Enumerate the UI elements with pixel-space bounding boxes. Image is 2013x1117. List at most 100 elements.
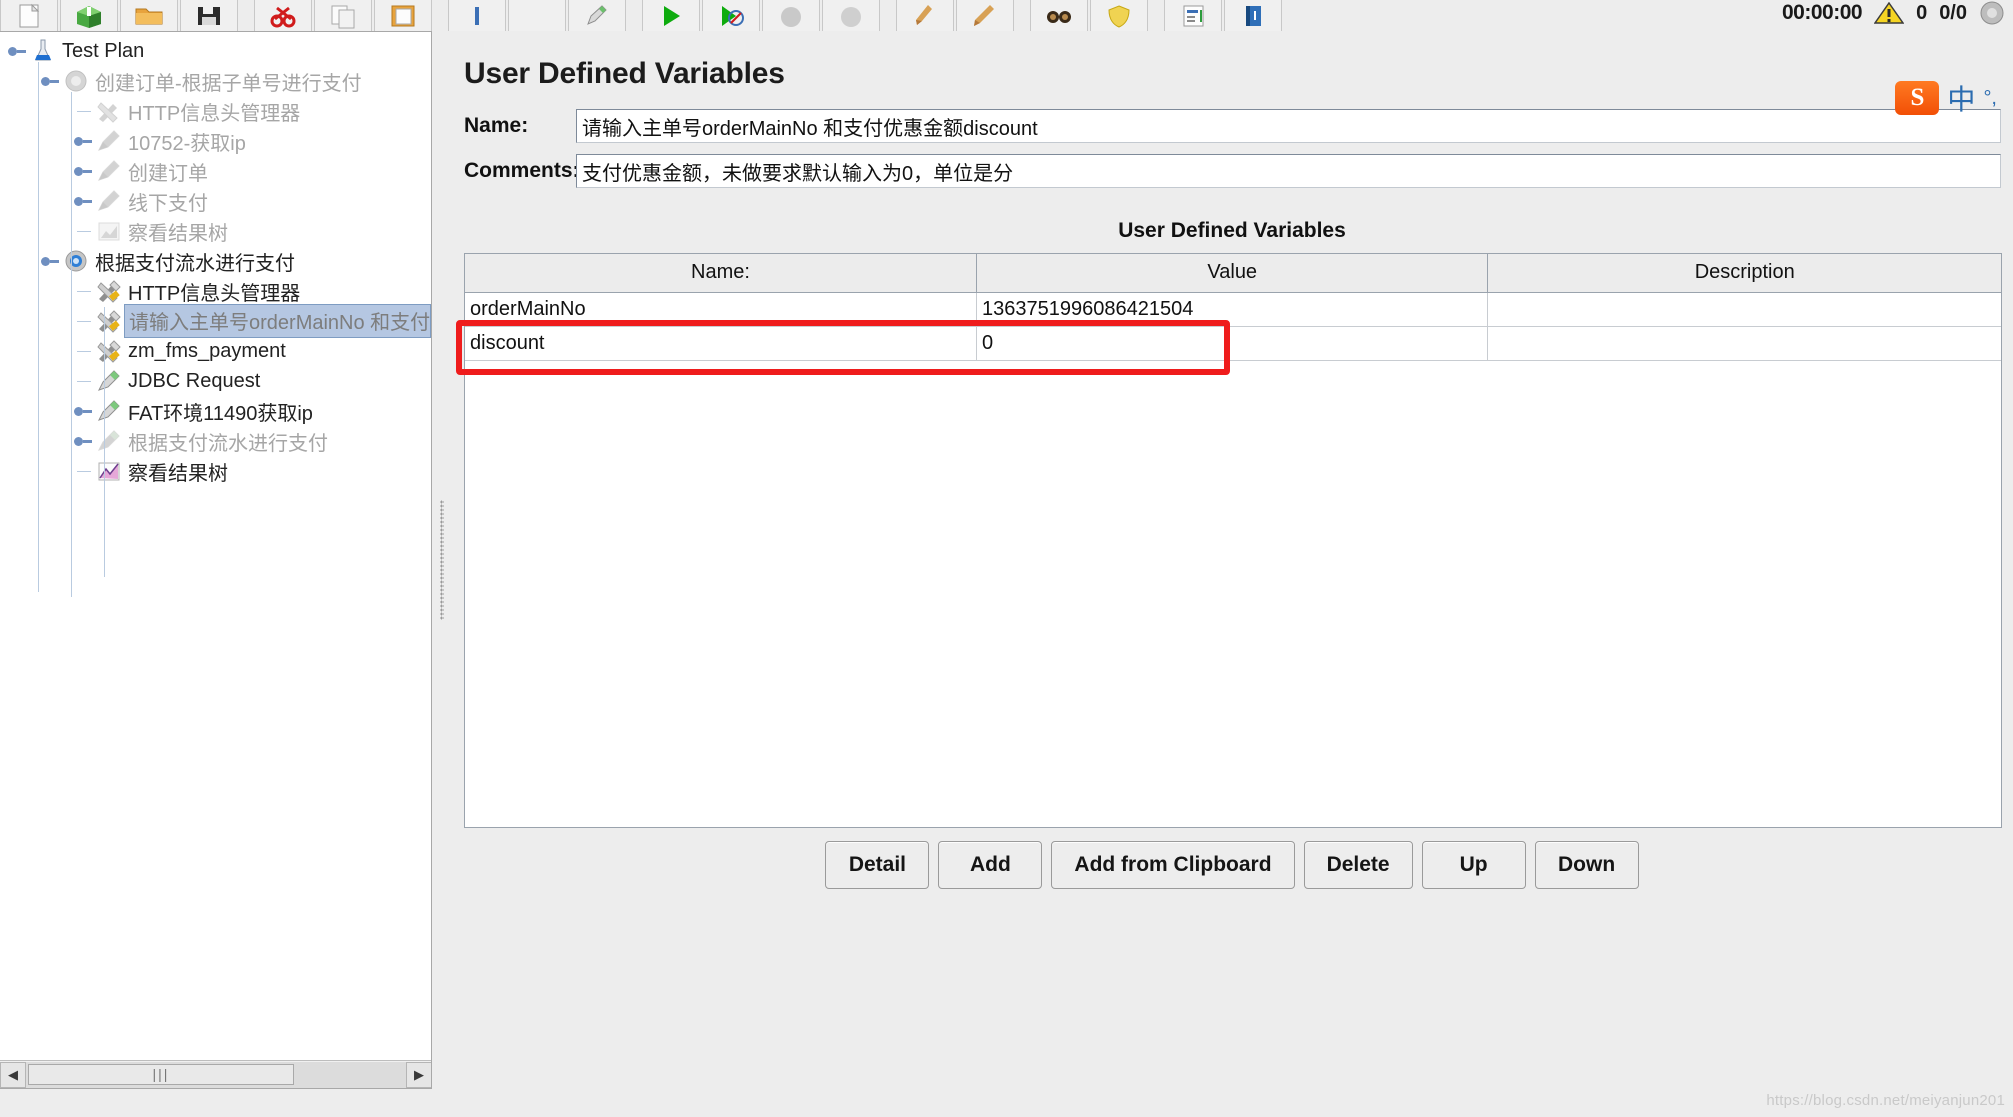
function-list-icon xyxy=(1183,5,1204,26)
stop-button[interactable] xyxy=(762,0,820,31)
green-box-icon xyxy=(77,5,101,28)
gray-gauge-icon xyxy=(1980,1,2004,25)
tree-node[interactable]: zm_fms_payment xyxy=(0,336,431,366)
cell-description[interactable] xyxy=(1487,292,2001,327)
cell-description[interactable] xyxy=(1487,326,2001,361)
cut-button[interactable] xyxy=(254,0,312,31)
tree-node-label: 线下支付 xyxy=(128,192,208,215)
up-button[interactable]: Up xyxy=(1421,841,1526,889)
new-test-plan-button[interactable] xyxy=(0,0,58,31)
column-header-description[interactable]: Description xyxy=(1487,254,2001,293)
down-button[interactable]: Down xyxy=(1534,841,1639,889)
tree-expand-handle[interactable] xyxy=(72,156,94,186)
name-field-row: Name: 请输入主单号orderMainNo 和支付优惠金额discount xyxy=(464,109,2001,143)
tree-expand-handle[interactable] xyxy=(72,126,94,156)
open-button[interactable] xyxy=(120,0,178,31)
name-input[interactable]: 请输入主单号orderMainNo 和支付优惠金额discount xyxy=(576,109,2001,143)
shutdown-button[interactable] xyxy=(822,0,880,31)
split-pane-divider[interactable] xyxy=(433,31,451,1089)
start-no-pauses-button[interactable] xyxy=(702,0,760,31)
start-button[interactable] xyxy=(642,0,700,31)
cell-value[interactable]: 1363751996086421504 xyxy=(976,292,1489,327)
tree-branch-line xyxy=(72,216,94,246)
column-header-value[interactable]: Value xyxy=(976,254,1489,293)
test-plan-tree-panel[interactable]: Test Plan 创建订单-根据子单号进行支付 HTTP信息头管理器 10752-获… xyxy=(0,31,432,1089)
scroll-left-arrow[interactable]: ◀ xyxy=(0,1061,26,1088)
thread-group-icon xyxy=(61,68,91,94)
user-defined-variables-table-wrap[interactable]: Name: Value Description orderMainNo 13637… xyxy=(464,253,2002,828)
cell-value[interactable]: 0 xyxy=(976,326,1489,361)
scroll-thumb[interactable]: ||| xyxy=(28,1063,294,1085)
tree-node[interactable]: 根据支付流水进行支付 xyxy=(0,246,431,276)
table-row[interactable]: orderMainNo 1363751996086421504 xyxy=(465,292,2001,327)
add-button[interactable]: Add xyxy=(938,841,1043,889)
tree-node[interactable]: 创建订单 xyxy=(0,156,431,186)
copy-button[interactable] xyxy=(314,0,372,31)
paste-button[interactable] xyxy=(374,0,432,31)
tree-node[interactable]: FAT环境11490获取ip xyxy=(0,396,431,426)
table-row[interactable]: discount 0 xyxy=(465,326,2001,361)
tree-node[interactable]: 创建订单-根据子单号进行支付 xyxy=(0,66,431,96)
tree-node[interactable]: HTTP信息头管理器 xyxy=(0,276,431,306)
tree-node[interactable]: HTTP信息头管理器 xyxy=(0,96,431,126)
templates-button[interactable] xyxy=(60,0,118,31)
expand-all-button[interactable] xyxy=(448,0,506,31)
delete-button[interactable]: Delete xyxy=(1303,841,1413,889)
collapse-all-button[interactable] xyxy=(508,0,566,31)
collapse-icon xyxy=(522,3,552,29)
tree-node[interactable]: 察看结果树 xyxy=(0,456,431,486)
scroll-right-arrow[interactable]: ▶ xyxy=(406,1061,431,1088)
reset-search-button[interactable] xyxy=(1090,0,1148,31)
ime-mode-label[interactable]: 中 xyxy=(1947,78,1975,118)
ime-punctuation-icon[interactable]: °, xyxy=(1983,87,1997,110)
tree-node[interactable]: 10752-获取ip xyxy=(0,126,431,156)
broom-icon xyxy=(916,4,932,25)
toolbar-separator-3 xyxy=(628,0,642,31)
tree-node[interactable]: JDBC Request xyxy=(0,366,431,396)
tree-node[interactable]: Test Plan xyxy=(0,36,431,66)
test-plan-icon xyxy=(28,38,58,64)
tree-horizontal-scrollbar[interactable]: ◀ ||| ▶ xyxy=(0,1060,431,1088)
cell-name[interactable]: orderMainNo xyxy=(465,292,977,327)
tree-expand-handle[interactable] xyxy=(39,246,61,276)
tree-expand-handle[interactable] xyxy=(72,396,94,426)
tree-expand-handle[interactable] xyxy=(6,36,28,66)
play-no-pause-icon xyxy=(722,5,744,26)
cell-name[interactable]: discount xyxy=(465,326,977,361)
tree-node[interactable]: 根据支付流水进行支付 xyxy=(0,426,431,456)
sogou-logo-icon[interactable]: S xyxy=(1895,81,1940,115)
column-header-name[interactable]: Name: xyxy=(465,254,977,293)
jdbc-request-icon xyxy=(98,430,120,451)
clear-all-button[interactable] xyxy=(956,0,1014,31)
toggle-button[interactable] xyxy=(568,0,626,31)
scroll-track[interactable]: ||| xyxy=(26,1061,406,1088)
tree-node-label: Test Plan xyxy=(62,39,145,62)
tree-node[interactable]: 请输入主单号orderMainNo 和支付优 xyxy=(0,304,431,338)
tree-branch-line xyxy=(72,336,94,366)
comments-label: Comments: xyxy=(464,159,580,182)
comments-input[interactable]: 支付优惠金额，未做要求默认输入为0，单位是分 xyxy=(576,154,2001,188)
clear-button[interactable] xyxy=(896,0,954,31)
tree-expand-handle[interactable] xyxy=(72,186,94,216)
search-button[interactable] xyxy=(1030,0,1088,31)
header-manager-active-icon xyxy=(94,338,124,364)
tree-expand-handle[interactable] xyxy=(72,426,94,456)
jdbc-request-icon xyxy=(94,398,124,424)
function-helper-button[interactable] xyxy=(1164,0,1222,31)
table-header-row: Name: Value Description xyxy=(465,254,2001,293)
user-defined-variables-table[interactable]: Name: Value Description orderMainNo 13637… xyxy=(465,254,2001,361)
tree-expand-handle[interactable] xyxy=(39,66,61,96)
tree-connector-line xyxy=(104,307,105,577)
sampler-icon xyxy=(94,158,124,184)
elapsed-time: 00:00:00 xyxy=(1782,1,1863,24)
sogou-ime-indicator[interactable]: S 中 °, xyxy=(1895,78,1997,118)
detail-button[interactable]: Detail xyxy=(825,841,930,889)
thread-group-active-icon xyxy=(61,248,91,274)
tree-node[interactable]: 线下支付 xyxy=(0,186,431,216)
help-button[interactable] xyxy=(1224,0,1282,31)
add-from-clipboard-button[interactable]: Add from Clipboard xyxy=(1051,841,1295,889)
floppy-disk-icon xyxy=(198,6,220,25)
save-test-plan-button[interactable] xyxy=(180,0,238,31)
tree-node[interactable]: 察看结果树 xyxy=(0,216,431,246)
tree-node-label: 察看结果树 xyxy=(128,462,228,485)
